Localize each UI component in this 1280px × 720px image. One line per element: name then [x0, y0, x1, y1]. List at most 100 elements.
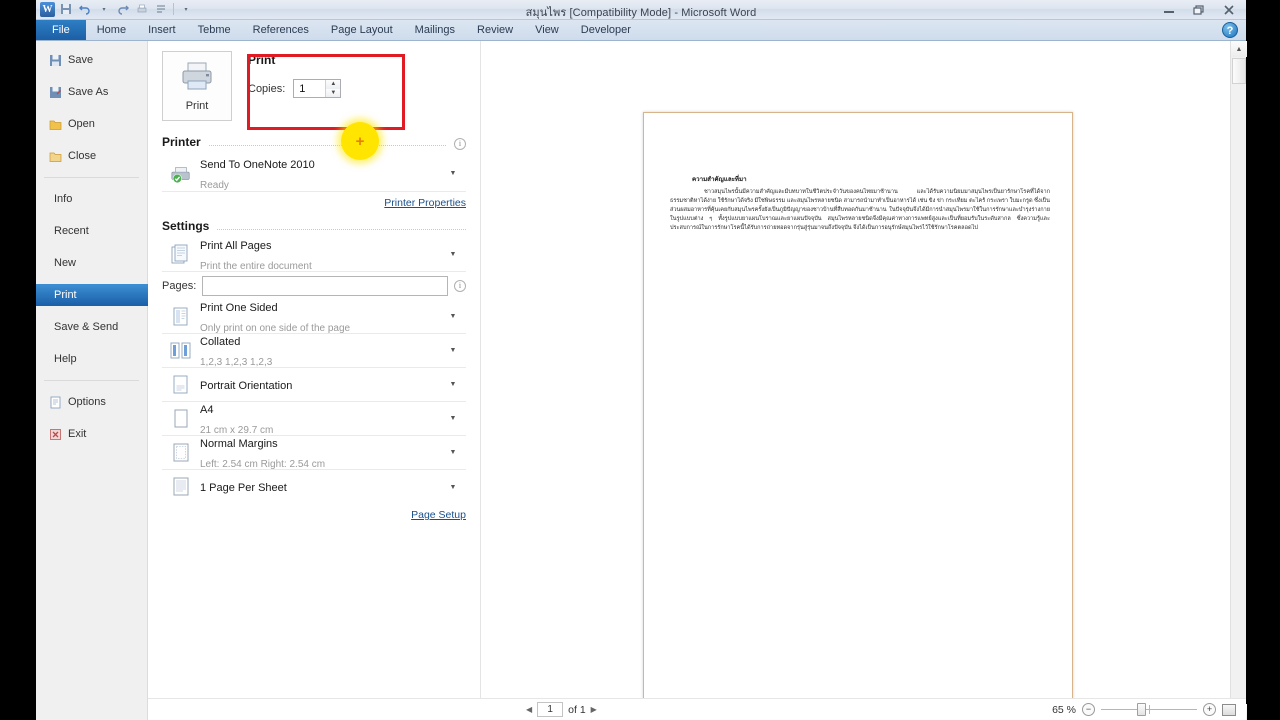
page-total-label: of 1 — [568, 703, 586, 716]
sidebar-item-recent[interactable]: Recent — [36, 220, 147, 242]
sidebar-item-save[interactable]: Save — [36, 49, 147, 71]
zoom-to-page-icon[interactable] — [1222, 703, 1236, 716]
click-marker-glyph: + — [355, 132, 365, 150]
zoom-slider[interactable] — [1101, 703, 1197, 716]
sidebar-item-open[interactable]: Open — [36, 113, 147, 135]
orientation-icon — [170, 372, 192, 398]
tab-review[interactable]: Review — [466, 20, 524, 40]
scroll-up-icon[interactable]: ▲ — [1231, 41, 1247, 57]
printer-info-icon[interactable]: i — [454, 138, 466, 150]
prev-page-icon[interactable]: ◀ — [526, 705, 532, 714]
sidebar-item-save-and-send[interactable]: Save & Send — [36, 316, 147, 338]
chevron-down-icon[interactable]: ▼ — [448, 347, 458, 354]
sidebar-item-label: Help — [54, 353, 77, 365]
chevron-down-icon[interactable]: ▼ — [448, 170, 458, 177]
copies-increment-icon[interactable]: ▲ — [326, 80, 341, 89]
window-controls[interactable] — [1154, 0, 1244, 20]
sidebar-item-options[interactable]: Options — [36, 391, 147, 413]
settings-section-rule — [217, 229, 466, 230]
print-button[interactable]: Print — [162, 51, 232, 121]
tab-home[interactable]: Home — [86, 20, 137, 40]
printer-selector[interactable]: Send To OneNote 2010 Ready ▼ — [162, 156, 466, 192]
chevron-down-icon[interactable]: ▼ — [448, 381, 458, 388]
click-marker: + — [341, 122, 379, 160]
sidebar-item-info[interactable]: Info — [36, 188, 147, 210]
document-page-preview[interactable]: ความสำคัญและที่มา ชาวสมุนไพรนั้นมีความสำ… — [643, 112, 1073, 720]
tab-tebme[interactable]: Tebme — [187, 20, 242, 40]
sidebar-item-label: Save — [68, 54, 94, 66]
minimize-icon[interactable] — [1154, 1, 1184, 19]
print-settings-pane: Print Print Copies: 1 ▲ ▼ Printer i Send… — [148, 41, 480, 720]
scrollbar-thumb[interactable] — [1232, 58, 1246, 84]
setting-collation[interactable]: Collated 1,2,3 1,2,3 1,2,3 ▼ — [162, 334, 466, 368]
printer-section-header: Printer i — [162, 135, 466, 150]
copies-decrement-icon[interactable]: ▼ — [326, 88, 341, 97]
setting-sub: Left: 2.54 cm Right: 2.54 cm — [200, 458, 326, 470]
tab-developer[interactable]: Developer — [570, 20, 642, 40]
current-page-input[interactable]: 1 — [537, 702, 564, 717]
tab-references[interactable]: References — [242, 20, 320, 40]
help-icon[interactable]: ? — [1222, 22, 1238, 38]
tab-view[interactable]: View — [524, 20, 570, 40]
onenote-printer-icon — [170, 161, 192, 187]
setting-print-range[interactable]: Print All Pages Print the entire documen… — [162, 238, 466, 272]
zoom-slider-thumb[interactable] — [1137, 703, 1147, 716]
copies-stepper[interactable]: 1 ▲ ▼ — [293, 79, 342, 98]
margins-icon — [170, 440, 192, 466]
pages-row: Pages: i — [162, 276, 466, 296]
next-page-icon[interactable]: ▶ — [591, 705, 597, 714]
document-heading: ความสำคัญและที่มา — [692, 176, 747, 183]
print-heading: Print — [248, 53, 276, 67]
sidebar-item-label: Exit — [68, 428, 87, 440]
close-doc-icon — [48, 149, 62, 163]
backstage-sidebar[interactable]: Save Save As Open Close Info Recent New … — [36, 41, 156, 720]
restore-icon[interactable] — [1184, 1, 1214, 19]
setting-margins[interactable]: Normal Margins Left: 2.54 cm Right: 2.54… — [162, 436, 466, 470]
chevron-down-icon[interactable]: ▼ — [448, 251, 458, 258]
ribbon-tab-bar[interactable]: File Home Insert Tebme References Page L… — [36, 20, 1246, 41]
sidebar-item-new[interactable]: New — [36, 252, 147, 274]
pages-input[interactable] — [202, 276, 448, 296]
sidebar-item-close[interactable]: Close — [36, 145, 147, 167]
setting-pages-per-sheet[interactable]: 1 Page Per Sheet ▼ — [162, 470, 466, 504]
chevron-down-icon[interactable]: ▼ — [448, 484, 458, 491]
chevron-down-icon[interactable]: ▼ — [448, 313, 458, 320]
printer-properties-link[interactable]: Printer Properties — [162, 197, 466, 209]
setting-text: Normal Margins Left: 2.54 cm Right: 2.54… — [200, 433, 440, 473]
chevron-down-icon[interactable]: ▼ — [448, 415, 458, 422]
zoom-controls[interactable]: 65 % − + — [1052, 703, 1236, 716]
printer-name: Send To OneNote 2010 — [200, 158, 315, 171]
setting-duplex[interactable]: Print One Sided Only print on one side o… — [162, 300, 466, 334]
setting-main: Portrait Orientation — [200, 379, 293, 392]
pages-info-icon[interactable]: i — [454, 280, 466, 292]
tab-file[interactable]: File — [36, 20, 86, 40]
sidebar-item-save-as[interactable]: Save As — [36, 81, 147, 103]
sidebar-divider — [44, 177, 139, 178]
setting-main: Collated — [200, 335, 241, 348]
tab-insert[interactable]: Insert — [137, 20, 187, 40]
sidebar-item-help[interactable]: Help — [36, 348, 147, 370]
setting-paper-size[interactable]: A4 21 cm x 29.7 cm ▼ — [162, 402, 466, 436]
screen: W ▾ ▾ สมุนไพร [Compatibility Mode] - Mic… — [0, 0, 1280, 720]
tab-page-layout[interactable]: Page Layout — [320, 20, 404, 40]
setting-sub: Print the entire document — [200, 260, 312, 272]
document-body-text: ชาวสมุนไพรนั้นมีความสำคัญและมีบทบาทในชีว… — [670, 189, 1050, 232]
open-icon — [48, 117, 62, 131]
chevron-down-icon[interactable]: ▼ — [448, 449, 458, 456]
page-navigator[interactable]: ◀ 1 of 1 ▶ — [526, 702, 597, 717]
tab-mailings[interactable]: Mailings — [404, 20, 466, 40]
backstage-view: Save Save As Open Close Info Recent New … — [36, 41, 1247, 720]
preview-scrollbar[interactable]: ▲ ▼ — [1230, 41, 1247, 720]
zoom-out-button[interactable]: − — [1082, 703, 1095, 716]
setting-sub: 1,2,3 1,2,3 1,2,3 — [200, 356, 273, 368]
sidebar-item-exit[interactable]: Exit — [36, 423, 147, 445]
pages-label: Pages: — [162, 280, 197, 292]
sidebar-item-print[interactable]: Print — [36, 284, 156, 306]
setting-orientation[interactable]: Portrait Orientation ▼ — [162, 368, 466, 402]
copies-spin-arrows[interactable]: ▲ ▼ — [325, 80, 341, 97]
close-icon[interactable] — [1214, 1, 1244, 19]
collated-icon — [170, 338, 192, 364]
settings-section-title: Settings — [162, 219, 210, 233]
page-setup-link[interactable]: Page Setup — [162, 509, 466, 521]
zoom-in-button[interactable]: + — [1203, 703, 1216, 716]
